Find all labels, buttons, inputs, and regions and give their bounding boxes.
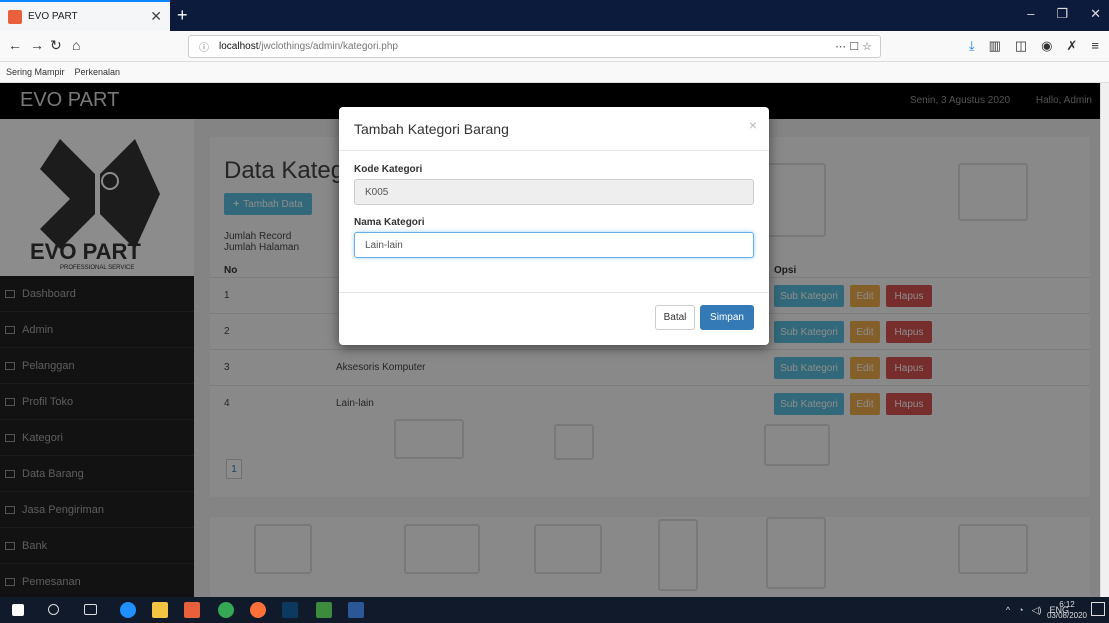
- sidebar-icon[interactable]: ◫: [1015, 38, 1027, 54]
- photoshop-icon[interactable]: [282, 602, 298, 618]
- browser-tab-bar: EVO PART ✕ + – ❐ ✕: [0, 0, 1109, 31]
- edge-icon[interactable]: [120, 602, 136, 618]
- home-icon[interactable]: ⌂: [72, 37, 80, 53]
- download-icon[interactable]: ⤓: [969, 38, 975, 54]
- browser-tab[interactable]: EVO PART ✕: [0, 0, 170, 31]
- extension-icon[interactable]: ✗: [1067, 38, 1078, 54]
- file-explorer-icon[interactable]: [152, 602, 168, 618]
- clock-time: 6:12: [1059, 600, 1075, 609]
- divider: [339, 150, 769, 151]
- taskbar-clock[interactable]: 6:12 03/08/2020: [1047, 599, 1087, 621]
- chrome-icon[interactable]: [218, 602, 234, 618]
- url-actions[interactable]: ⋯ ☐ ☆: [835, 40, 872, 53]
- simpan-button[interactable]: Simpan: [700, 305, 754, 330]
- page-scrollbar[interactable]: [1100, 83, 1109, 597]
- windows-taskbar: ^ ◔ ◁) ENG 6:12 03/08/2020: [0, 597, 1109, 623]
- search-icon[interactable]: [48, 604, 59, 615]
- batal-button[interactable]: Batal: [655, 305, 695, 330]
- url-host: localhost: [219, 41, 259, 52]
- back-icon[interactable]: ←: [8, 37, 22, 53]
- bookmark-sering-mampir[interactable]: Sering Mampir: [6, 67, 65, 77]
- bookmark-perkenalan[interactable]: Perkenalan: [75, 67, 121, 77]
- tambah-kategori-modal: Tambah Kategori Barang × Kode Kategori N…: [339, 107, 769, 345]
- close-icon[interactable]: ×: [749, 117, 757, 133]
- browser-nav-bar: ← → ↻ ⌂ ⓘ localhost /jwclothings/admin/k…: [0, 31, 1109, 62]
- app-icon[interactable]: [184, 602, 200, 618]
- close-window-button[interactable]: ✕: [1090, 6, 1101, 22]
- forward-icon[interactable]: →: [30, 37, 44, 53]
- url-bar[interactable]: ⓘ localhost /jwclothings/admin/kategori.…: [188, 35, 881, 58]
- tab-close-icon[interactable]: ✕: [150, 8, 162, 25]
- new-tab-button[interactable]: +: [177, 5, 188, 26]
- notification-icon[interactable]: [1091, 602, 1105, 616]
- task-view-icon[interactable]: [84, 604, 97, 615]
- modal-title: Tambah Kategori Barang: [354, 121, 509, 137]
- windows-start-icon[interactable]: [12, 604, 24, 616]
- firefox-icon[interactable]: [250, 602, 266, 618]
- tab-title: EVO PART: [28, 11, 78, 22]
- kode-kategori-field[interactable]: [354, 179, 754, 205]
- reload-icon[interactable]: ↻: [50, 37, 62, 54]
- clock-date: 03/08/2020: [1046, 611, 1087, 620]
- account-icon[interactable]: ◉: [1041, 38, 1052, 54]
- minimize-button[interactable]: –: [1027, 6, 1034, 22]
- info-icon[interactable]: ⓘ: [199, 39, 209, 54]
- nama-kategori-field[interactable]: [354, 232, 754, 258]
- restore-button[interactable]: ❐: [1056, 6, 1068, 22]
- browser-toolbar: ⤓ ▥ ◫ ◉ ✗ ≡: [969, 38, 1099, 54]
- word-icon[interactable]: [348, 602, 364, 618]
- window-controls: – ❐ ✕: [1027, 6, 1101, 22]
- favicon-icon: [8, 9, 22, 24]
- bookmarks-bar: Sering Mampir Perkenalan: [0, 62, 1109, 83]
- volume-icon[interactable]: ◁): [1032, 605, 1042, 616]
- nama-kategori-label: Nama Kategori: [354, 217, 425, 228]
- chevron-up-icon[interactable]: ^: [1006, 605, 1010, 616]
- kode-kategori-label: Kode Kategori: [354, 164, 423, 175]
- divider: [339, 292, 769, 293]
- menu-icon[interactable]: ≡: [1091, 38, 1099, 54]
- library-icon[interactable]: ▥: [989, 38, 1001, 54]
- dreamweaver-icon[interactable]: [316, 602, 332, 618]
- url-path: /jwclothings/admin/kategori.php: [258, 41, 398, 52]
- network-icon[interactable]: ◔: [1018, 605, 1023, 616]
